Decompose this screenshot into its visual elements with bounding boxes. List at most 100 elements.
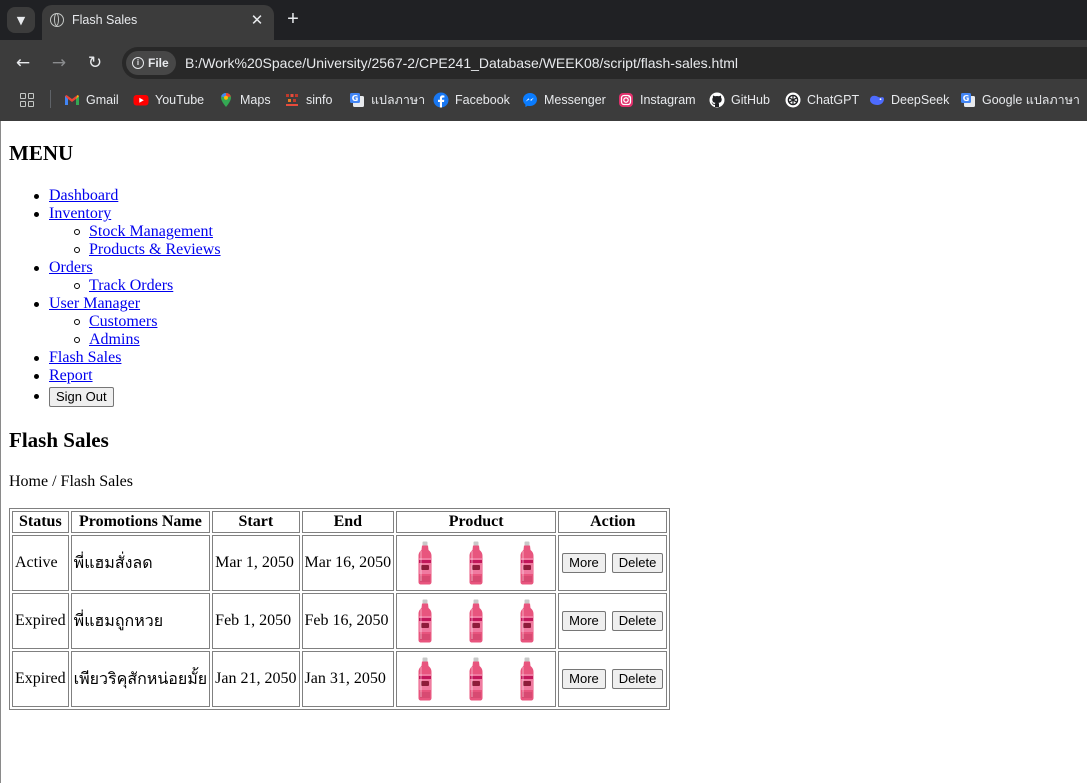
sign-out-button[interactable]: Sign Out <box>49 387 114 407</box>
menu-link-track-orders[interactable]: Track Orders <box>89 277 173 294</box>
bullet-icon <box>34 394 39 399</box>
product-cell <box>396 535 557 591</box>
bullet-icon <box>34 266 39 271</box>
circle-bullet-icon <box>74 229 80 235</box>
circle-bullet-icon <box>74 337 80 343</box>
table-row: Expired พี่แฮมถูกหวย Feb 1, 2050 Feb 16,… <box>12 593 668 649</box>
bookmark-label: ChatGPT <box>807 93 860 107</box>
bookmark-sinfo[interactable]: sinfo <box>284 90 332 110</box>
close-tab-icon[interactable]: ✕ <box>248 11 266 29</box>
bookmark-label: แปลภาษา <box>371 93 426 107</box>
end-date-cell: Feb 16, 2050 <box>301 593 395 649</box>
menu-link-dashboard[interactable]: Dashboard <box>49 187 118 204</box>
bookmark-facebook[interactable]: Facebook <box>433 90 510 110</box>
table-header-row: Status Promotions Name Start End Product… <box>12 511 668 533</box>
google-translate-icon: G <box>961 93 975 107</box>
tab-title: Flash Sales <box>72 13 138 27</box>
facebook-icon <box>433 92 449 108</box>
pink-drink-bottle-icon <box>518 541 536 585</box>
menu-link-inventory[interactable]: Inventory <box>49 205 111 222</box>
tab-flash-sales[interactable]: Flash Sales ✕ <box>42 5 274 40</box>
chatgpt-icon <box>785 92 801 108</box>
bookmark-instagram[interactable]: Instagram <box>618 90 696 110</box>
github-icon <box>709 92 725 108</box>
bookmark-label: Messenger <box>544 93 606 107</box>
tab-search-button[interactable]: ▼ <box>7 7 35 33</box>
start-date-cell: Feb 1, 2050 <box>212 593 300 649</box>
page-content: MENU Dashboard Inventory Stock Managemen… <box>0 121 1087 783</box>
flash-sales-table: Status Promotions Name Start End Product… <box>9 508 671 710</box>
bookmark-label: sinfo <box>306 93 333 107</box>
pink-drink-bottle-icon <box>467 541 485 585</box>
column-header-start: Start <box>212 511 300 533</box>
url-text[interactable]: B:/Work%20Space/University/2567-2/CPE241… <box>185 55 738 71</box>
svg-text:G: G <box>963 94 970 103</box>
column-header-promotions-name: Promotions Name <box>70 511 211 533</box>
table-row: Active พี่แฮมสั่งลด Mar 1, 2050 Mar 16, … <box>12 535 668 591</box>
bullet-icon <box>34 194 39 199</box>
instagram-icon <box>619 93 633 107</box>
menu-link-customers[interactable]: Customers <box>89 313 157 330</box>
status-cell: Active <box>12 535 69 591</box>
apps-grid-icon[interactable] <box>20 93 34 107</box>
bullet-icon <box>34 302 39 307</box>
product-cell <box>396 593 557 649</box>
bookmark-deepseek[interactable]: DeepSeek <box>869 90 949 110</box>
bookmark-google-translate[interactable]: G Google แปลภาษา <box>960 90 1080 110</box>
bookmark-maps[interactable]: Maps <box>218 90 271 110</box>
chevron-down-icon: ▼ <box>16 13 26 27</box>
site-info-chip[interactable]: i File <box>126 51 176 75</box>
menu-link-report[interactable]: Report <box>49 367 93 384</box>
more-button[interactable]: More <box>562 611 606 631</box>
pink-drink-bottle-icon <box>416 541 434 585</box>
delete-button[interactable]: Delete <box>611 611 664 631</box>
delete-button[interactable]: Delete <box>611 553 664 573</box>
back-button[interactable]: ← <box>10 50 36 76</box>
table-row: Expired เพียวริคุสักหน่อยมั้ย Jan 21, 20… <box>12 651 668 707</box>
forward-button[interactable]: → <box>46 50 72 76</box>
gmail-icon <box>65 95 79 105</box>
menu-link-stock-management[interactable]: Stock Management <box>89 223 213 240</box>
more-button[interactable]: More <box>562 553 606 573</box>
deepseek-icon <box>870 95 884 105</box>
bookmark-label: Maps <box>240 93 271 107</box>
reload-button[interactable]: ↻ <box>82 50 108 76</box>
bookmark-label: Facebook <box>455 93 510 107</box>
address-bar[interactable]: i File B:/Work%20Space/University/2567-2… <box>122 47 1087 79</box>
menu-heading: MENU <box>9 141 74 165</box>
menu-link-orders[interactable]: Orders <box>49 259 93 276</box>
column-header-status: Status <box>12 511 69 533</box>
bookmark-label: Gmail <box>86 93 119 107</box>
delete-button[interactable]: Delete <box>611 669 664 689</box>
pink-drink-bottle-icon <box>518 599 536 643</box>
menu-link-products-reviews[interactable]: Products & Reviews <box>89 241 221 258</box>
bookmark-translate[interactable]: G แปลภาษา <box>349 90 425 110</box>
pink-drink-bottle-icon <box>467 599 485 643</box>
bookmark-chatgpt[interactable]: ChatGPT <box>785 90 859 110</box>
menu-link-user-manager[interactable]: User Manager <box>49 295 140 312</box>
menu-link-flash-sales[interactable]: Flash Sales <box>49 349 121 366</box>
sinfo-icon <box>286 94 298 106</box>
breadcrumb: Home / Flash Sales <box>9 473 133 490</box>
bookmark-youtube[interactable]: YouTube <box>133 90 204 110</box>
youtube-icon <box>133 95 149 106</box>
messenger-icon <box>523 93 537 107</box>
promotion-name-cell: เพียวริคุสักหน่อยมั้ย <box>70 651 211 707</box>
column-header-product: Product <box>396 511 557 533</box>
bookmark-gmail[interactable]: Gmail <box>64 90 119 110</box>
bullet-icon <box>34 374 39 379</box>
menu-link-admins[interactable]: Admins <box>89 331 140 348</box>
new-tab-button[interactable]: + <box>282 8 304 30</box>
promotion-name-cell: พี่แฮมสั่งลด <box>70 535 211 591</box>
bookmark-label: GitHub <box>731 93 770 107</box>
bookmark-label: Google แปลภาษา <box>982 93 1080 107</box>
page-title: Flash Sales <box>9 428 109 452</box>
bookmark-github[interactable]: GitHub <box>709 90 770 110</box>
end-date-cell: Jan 31, 2050 <box>301 651 395 707</box>
google-translate-icon: G <box>350 93 364 107</box>
circle-bullet-icon <box>74 247 80 253</box>
more-button[interactable]: More <box>562 669 606 689</box>
bookmark-messenger[interactable]: Messenger <box>522 90 606 110</box>
action-cell: More Delete <box>558 535 668 591</box>
circle-bullet-icon <box>74 319 80 325</box>
